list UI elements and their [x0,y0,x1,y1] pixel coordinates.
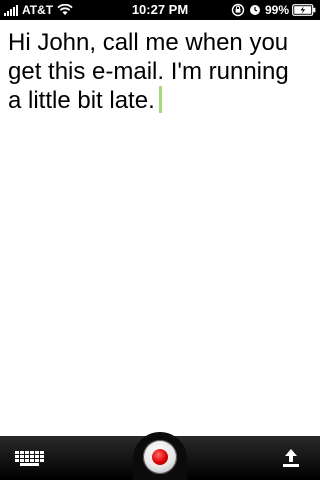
text-cursor [158,86,162,113]
dictated-text: Hi John, call me when you get this e-mai… [8,29,289,114]
battery-icon [292,4,316,16]
app-screen: AT&T 10:27 PM 99% Hi John, call me when … [0,0,320,480]
record-button[interactable] [143,440,177,474]
rotation-lock-icon [231,3,245,17]
record-icon [152,449,168,465]
keyboard-icon[interactable] [14,450,48,468]
dictation-text-area[interactable]: Hi John, call me when you get this e-mai… [8,28,308,115]
share-icon[interactable] [282,448,300,468]
status-right: 99% [231,0,316,20]
alarm-icon [249,5,260,15]
status-bar: AT&T 10:27 PM 99% [0,0,320,20]
battery-percent: 99% [264,3,289,17]
